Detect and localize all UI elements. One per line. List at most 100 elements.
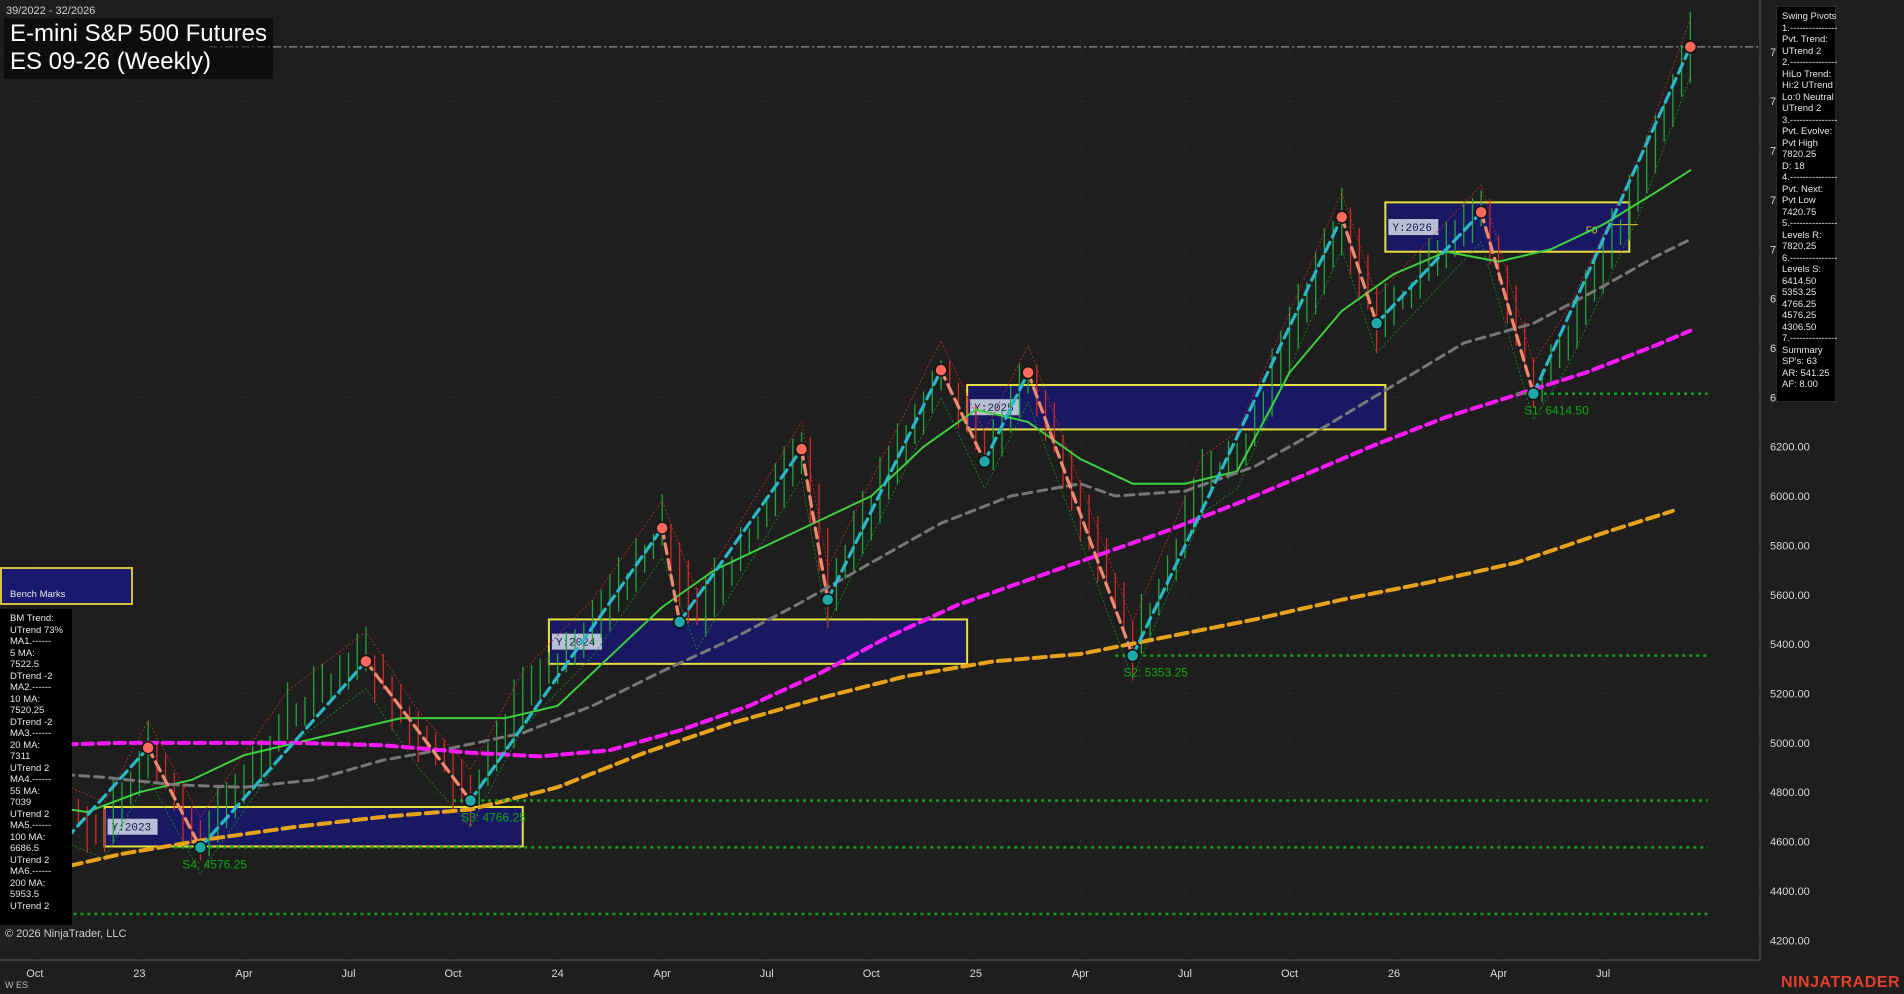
swing-pivots-line: 6414.50 (1782, 275, 1817, 287)
swing-pivots-line: HiLo Trend: (1782, 68, 1832, 80)
bench-marks-line: BM Trend: (10, 613, 54, 624)
y-tick-label: 6000.00 (1770, 491, 1810, 503)
bench-marks-line: 7520.25 (10, 705, 45, 716)
support-level-label: S1: 6414.50 (1524, 404, 1589, 418)
swing-pivots-line: 4.--------------- (1782, 172, 1838, 183)
y-tick-label: 4600.00 (1770, 837, 1810, 849)
x-tick-label: Jul (760, 968, 774, 980)
y-tick-label: 4800.00 (1770, 787, 1810, 799)
swing-pivots-line: Lo:0 Neutral (1782, 91, 1834, 103)
bench-marks-title: Bench Marks (10, 589, 66, 600)
swing-pivot-marker (1335, 210, 1349, 224)
bench-marks-line: MA5.------ (10, 820, 52, 831)
swing-pivots-line: UTrend 2 (1782, 103, 1822, 114)
bench-marks-header: Bench Marks (0, 567, 133, 605)
swing-pivots-line: Pvt High (1782, 137, 1818, 149)
bench-marks-line: UTrend 2 (10, 762, 50, 774)
chart-subtitle: ES 09-26 (Weekly) (10, 48, 211, 75)
y-tick-label: 4200.00 (1770, 935, 1810, 947)
bench-marks-line: 7311 (10, 751, 31, 762)
swing-pivots-line: AR: 541.25 (1782, 367, 1830, 379)
x-tick-label: Oct (445, 968, 462, 980)
x-tick-label: 25 (970, 968, 982, 980)
bench-marks-line: UTrend 2 (10, 900, 50, 912)
x-tick-label: Apr (1072, 968, 1089, 980)
swing-pivots-line: 6.--------------- (1782, 252, 1838, 264)
bench-marks-line: 200 MA: (10, 877, 46, 889)
bench-marks-line: MA6.------ (10, 866, 52, 877)
bench-marks-line: 10 MA: (10, 693, 41, 705)
price-chart[interactable]: 4200.00 4400.00 4600.00 4800.00 5000.00 5200.… (0, 0, 1904, 994)
bench-marks-line: UTrend 73% (10, 624, 63, 636)
chart-title-box: E-mini S&P 500 Futures ES 09-26 (Weekly) (4, 18, 274, 79)
chart-title: E-mini S&P 500 Futures (10, 20, 268, 47)
swing-pivot-marker (794, 442, 809, 456)
x-tick-label: Oct (1281, 968, 1298, 980)
swing-pivots-panel: Swing Pivots 1.--------------- Pvt. Trend:… (1776, 6, 1838, 402)
x-tick-label: Jul (341, 968, 355, 980)
swing-pivots-line: 4576.25 (1782, 310, 1817, 321)
bench-marks-line: 55 MA: (10, 785, 41, 797)
support-level-label: S4: 4576.25 (182, 857, 247, 871)
swing-pivots-line: 5353.25 (1782, 287, 1817, 298)
swing-pivot-marker (655, 521, 669, 535)
year-box-label: Y:2023 (112, 823, 152, 835)
swing-pivots-line: Swing Pivots (1782, 11, 1837, 22)
swing-pivots-line: 7420.75 (1782, 206, 1817, 218)
swing-pivots-line: 3.--------------- (1782, 114, 1838, 126)
bench-marks-line: 20 MA: (10, 739, 41, 751)
swing-pivot-marker (463, 793, 478, 808)
bench-marks-line: MA2.------ (10, 682, 52, 693)
swing-pivots-line: 7.--------------- (1782, 333, 1838, 344)
bench-marks-line: 100 MA: (10, 831, 46, 843)
symbol-label: W ES (5, 980, 29, 990)
x-tick-label: Apr (1490, 968, 1507, 980)
y-tick-label: 5000.00 (1770, 738, 1810, 750)
bench-marks-panel: BM Trend: UTrend 73% MA1.------ 5 MA: 7522.5… (0, 609, 72, 925)
y-tick-label: 5200.00 (1770, 688, 1810, 700)
bench-marks-line: 5953.5 (10, 889, 40, 900)
swing-pivot-marker (672, 615, 687, 629)
bench-marks-line: MA3.------ (10, 728, 52, 739)
swing-pivot-marker (1125, 648, 1140, 663)
x-tick-label: Jul (1178, 968, 1192, 980)
support-level-label: S2: 5353.25 (1123, 666, 1188, 680)
swing-pivots-line: Levels R: (1782, 229, 1822, 241)
x-tick-label: Oct (26, 968, 43, 980)
swing-pivots-line: Pvt. Evolve: (1782, 126, 1833, 137)
date-range: 39/2022 - 32/2026 (6, 5, 96, 17)
swing-pivots-line: Hi:2 UTrend (1782, 80, 1833, 91)
bench-marks-line: 6686.5 (10, 843, 40, 854)
copyright-text: © 2026 NinjaTrader, LLC (5, 928, 127, 940)
swing-pivot-marker (359, 654, 373, 669)
bench-marks-line: MA1.------ (10, 636, 52, 647)
swing-pivots-line: Pvt. Trend: (1782, 34, 1828, 45)
swing-pivot-marker (820, 592, 835, 607)
year-box-label: Y:2024 (556, 638, 596, 650)
swing-pivots-line: Pvt Low (1782, 195, 1816, 206)
bench-marks-line: 5 MA: (10, 647, 35, 659)
y-tick-label: 4400.00 (1770, 886, 1810, 898)
swing-pivots-line: 4306.50 (1782, 321, 1817, 333)
year-box-label: Y:2026 (1392, 223, 1432, 235)
y-tick-label: 6200.00 (1770, 442, 1810, 454)
x-tick-label: 26 (1388, 968, 1400, 980)
x-tick-label: Oct (863, 968, 880, 980)
swing-pivot-marker (1369, 316, 1384, 331)
swing-pivots-line: SP's: 63 (1782, 356, 1818, 367)
swing-pivots-line: D: 18 (1782, 160, 1805, 172)
y-tick-label: 5600.00 (1770, 590, 1810, 602)
x-tick-label: Apr (654, 968, 671, 980)
bench-marks-line: UTrend 2 (10, 854, 50, 866)
swing-pivot-marker (1474, 205, 1488, 219)
swing-pivots-line: Pvt. Next: (1782, 183, 1824, 195)
swing-pivots-line: AF: 8.00 (1782, 379, 1818, 390)
swing-pivot-marker (1683, 40, 1698, 54)
bench-marks-line: 7039 (10, 797, 32, 808)
bench-marks-line: DTrend -2 (10, 716, 53, 728)
x-tick-label: 23 (133, 968, 145, 980)
y-tick-label: 5800.00 (1770, 540, 1810, 552)
swing-pivots-line: Levels S: (1782, 264, 1822, 275)
swing-pivots-line: UTrend 2 (1782, 45, 1822, 57)
ninjatrader-logo: NINJATRADER (1781, 974, 1900, 991)
